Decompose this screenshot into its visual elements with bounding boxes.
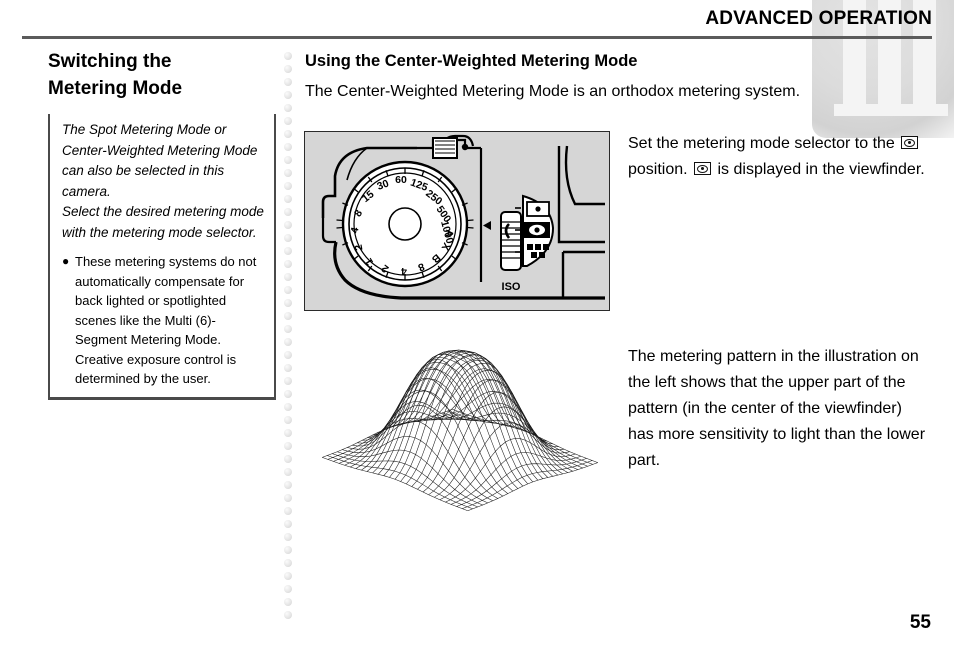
divider-dot	[284, 611, 292, 619]
left-column: Switching the Metering Mode The Spot Met…	[48, 48, 280, 400]
watermark-base	[834, 104, 948, 116]
divider-dot	[284, 65, 292, 73]
metering-pattern-description: The metering pattern in the illustration…	[628, 348, 926, 469]
divider-dot	[284, 169, 292, 177]
subsection-heading: Using the Center-Weighted Metering Mode	[305, 52, 638, 70]
instruction-text-part2: position.	[628, 161, 693, 178]
divider-dot	[284, 182, 292, 190]
divider-dot	[284, 533, 292, 541]
divider-dot	[284, 286, 292, 294]
divider-dot	[284, 221, 292, 229]
divider-dot	[284, 455, 292, 463]
divider-dot	[284, 78, 292, 86]
divider-dot	[284, 234, 292, 242]
center-weighted-metering-icon	[694, 162, 712, 175]
divider-dot	[284, 442, 292, 450]
metering-selector-instruction: Set the metering mode selector to the po…	[628, 131, 928, 183]
section-heading: Switching the Metering Mode	[48, 51, 183, 99]
instruction-text-part3: is displayed in the viewfinder.	[713, 161, 925, 178]
divider-dot	[284, 546, 292, 554]
divider-dot	[284, 117, 292, 125]
divider-dot	[284, 481, 292, 489]
divider-dot	[284, 416, 292, 424]
divider-dot	[284, 377, 292, 385]
divider-dot	[284, 507, 292, 515]
intro-paragraph: The Center-Weighted Metering Mode is an …	[305, 83, 801, 100]
divider-dot	[284, 351, 292, 359]
page-header-title: ADVANCED OPERATION	[705, 8, 932, 29]
divider-dot	[284, 585, 292, 593]
iso-label: ISO	[502, 281, 521, 293]
divider-dot	[284, 572, 292, 580]
camera-top-view-illustration: 1000 500 250 125 60 30 15 8 4 2 1 2 4 8 …	[304, 131, 610, 311]
divider-dot	[284, 598, 292, 606]
divider-dot	[284, 208, 292, 216]
svg-text:4: 4	[401, 265, 407, 277]
divider-dot	[284, 247, 292, 255]
divider-dot	[284, 429, 292, 437]
divider-dot	[284, 130, 292, 138]
note-italic-text: The Spot Metering Mode or Center-Weighte…	[62, 122, 264, 240]
bullet-dot-icon: ●	[62, 254, 70, 268]
page-root: ADVANCED OPERATION Switching the Meterin…	[0, 0, 954, 646]
divider-dot	[284, 91, 292, 99]
divider-dot	[284, 338, 292, 346]
divider-dot	[284, 52, 292, 60]
divider-dot	[284, 143, 292, 151]
instruction-text-part1: Set the metering mode selector to the	[628, 135, 900, 152]
divider-dot	[284, 403, 292, 411]
divider-dot	[284, 273, 292, 281]
column-dotted-divider	[283, 52, 293, 619]
divider-dot	[284, 364, 292, 372]
divider-dot	[284, 195, 292, 203]
divider-dot	[284, 156, 292, 164]
svg-text:60: 60	[395, 174, 407, 186]
divider-dot	[284, 390, 292, 398]
bullet-item: ● These metering systems do not automati…	[62, 252, 266, 389]
page-number: 55	[909, 612, 931, 633]
divider-dot	[284, 325, 292, 333]
center-weighted-metering-icon	[901, 136, 919, 149]
divider-dot	[284, 312, 292, 320]
header-divider-rule	[22, 36, 932, 39]
divider-dot	[284, 260, 292, 268]
divider-dot	[284, 299, 292, 307]
note-box: The Spot Metering Mode or Center-Weighte…	[48, 114, 276, 400]
divider-dot	[284, 494, 292, 502]
divider-dot	[284, 520, 292, 528]
divider-dot	[284, 468, 292, 476]
divider-dot	[284, 559, 292, 567]
divider-dot	[284, 104, 292, 112]
center-weighted-metering-pattern-3d-mesh	[300, 340, 620, 520]
bullet-item-text: These metering systems do not automatica…	[75, 254, 257, 386]
